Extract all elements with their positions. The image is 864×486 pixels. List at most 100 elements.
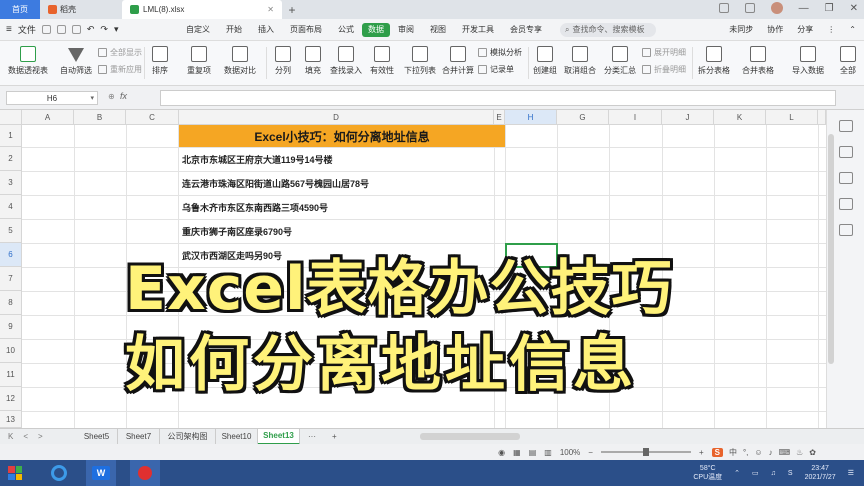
normal-view-icon[interactable]: ▦	[513, 448, 521, 457]
chevron-down-icon[interactable]: ▾	[114, 24, 119, 35]
split-table-button[interactable]: 拆分表格	[694, 46, 734, 76]
row-header-selected[interactable]: 6	[0, 243, 22, 267]
eye-icon[interactable]: ◉	[498, 448, 505, 457]
minimize-icon[interactable]: —	[799, 3, 809, 14]
keyboard-icon[interactable]: ⌨	[779, 448, 791, 457]
first-sheet-icon[interactable]: K	[8, 432, 13, 441]
zoom-icon[interactable]: ⊕	[108, 92, 115, 101]
all-button[interactable]: 全部	[834, 46, 862, 76]
more-icon[interactable]: ⋮	[827, 25, 835, 34]
clock[interactable]: 23:47 2021/7/27	[805, 464, 836, 482]
column-header[interactable]: G	[557, 110, 609, 125]
compare-button[interactable]: 数据对比	[220, 46, 260, 76]
pivot-table-button[interactable]: 数据透视表	[6, 46, 50, 76]
format-tool-icon[interactable]	[838, 172, 853, 184]
row-header[interactable]: 2	[0, 147, 22, 171]
maximize-icon[interactable]: ❐	[825, 3, 834, 14]
new-tab-button[interactable]: +	[282, 3, 302, 17]
zoom-slider[interactable]	[600, 448, 691, 456]
merge-table-button[interactable]: 合并表格	[738, 46, 778, 76]
page-view-icon[interactable]: ▤	[529, 448, 537, 457]
sheet-title-cell[interactable]: Excel小技巧：如何分离地址信息	[179, 125, 505, 147]
name-box[interactable]: H6 ▾	[6, 91, 98, 105]
preview-icon[interactable]	[71, 25, 81, 34]
expand-detail-button[interactable]: 展开明细	[642, 47, 686, 58]
sync-status[interactable]: 未同步	[729, 24, 753, 35]
address-cell[interactable]: 北京市东城区王府京大道119号14号楼	[179, 147, 333, 171]
column-header[interactable]: I	[609, 110, 662, 125]
tray-up-icon[interactable]: ⌃	[734, 469, 740, 477]
column-header[interactable]: A	[22, 110, 74, 125]
menu-home[interactable]: 开始	[218, 19, 250, 41]
menu-formulas[interactable]: 公式	[330, 19, 362, 41]
simulate-button[interactable]: 模拟分析	[478, 47, 522, 58]
share-button[interactable]: 分享	[797, 24, 813, 35]
layout-icon[interactable]	[718, 3, 729, 13]
tab-file[interactable]: LML(8).xlsx ✕	[122, 0, 282, 19]
horizontal-scrollbar[interactable]	[420, 433, 520, 440]
duplicates-button[interactable]: 重复项	[182, 46, 216, 76]
mic-icon[interactable]: ♪	[769, 448, 773, 457]
tab-docer[interactable]: 稻壳	[40, 0, 122, 19]
ungroup-button[interactable]: 取消组合	[562, 46, 598, 76]
next-sheet-icon[interactable]: >	[38, 432, 43, 441]
sheet-tab[interactable]: Sheet10	[216, 428, 258, 445]
show-all-button[interactable]: 全部显示	[98, 47, 142, 58]
row-header[interactable]: 1	[0, 125, 22, 147]
undo-icon[interactable]: ↶	[87, 24, 95, 35]
record-button[interactable]: 记录单	[478, 64, 514, 75]
address-cell[interactable]: 连云港市珠海区阳街道山路567号槐园山居78号	[179, 171, 369, 195]
select-all-corner[interactable]	[0, 110, 22, 125]
row-header[interactable]: 5	[0, 219, 22, 243]
menu-developer[interactable]: 开发工具	[454, 19, 502, 41]
close-window-icon[interactable]: ✕	[850, 3, 858, 14]
menu-custom[interactable]: 自定义	[178, 19, 218, 41]
zoom-in-icon[interactable]: +	[699, 448, 704, 457]
import-data-button[interactable]: 导入数据	[788, 46, 828, 76]
row-header[interactable]: 7	[0, 267, 22, 291]
settings-tool-icon[interactable]	[838, 198, 853, 210]
grid-icon[interactable]	[744, 3, 755, 13]
row-header[interactable]: 12	[0, 387, 22, 411]
page-break-icon[interactable]: ▥	[544, 448, 552, 457]
column-header[interactable]: L	[766, 110, 818, 125]
collapse-detail-button[interactable]: 折叠明细	[642, 64, 686, 75]
tray-ime-icon[interactable]: S	[788, 470, 793, 477]
column-header[interactable]: B	[74, 110, 126, 125]
print-icon[interactable]	[56, 25, 66, 34]
sheet-tab[interactable]: Sheet7	[118, 428, 160, 445]
taskbar-recorder[interactable]	[130, 460, 160, 486]
network-icon[interactable]: ▭	[752, 469, 759, 477]
autofilter-button[interactable]: 自动筛选	[58, 46, 94, 76]
sheet-tab[interactable]: Sheet5	[76, 428, 118, 445]
fill-button[interactable]: 填充	[300, 46, 326, 76]
sort-button[interactable]: 排序	[148, 46, 172, 76]
column-header[interactable]: D	[179, 110, 494, 125]
row-header[interactable]: 10	[0, 339, 22, 363]
tab-home[interactable]: 首页	[0, 0, 40, 19]
volume-icon[interactable]: ♫	[771, 470, 776, 477]
close-icon[interactable]: ✕	[267, 5, 274, 14]
consolidate-button[interactable]: 合并计算	[440, 46, 476, 76]
start-button[interactable]	[0, 460, 30, 486]
punctuation-icon[interactable]: °,	[743, 448, 748, 457]
subtotal-button[interactable]: 分类汇总	[602, 46, 638, 76]
save-icon[interactable]	[41, 25, 51, 34]
zoom-out-icon[interactable]: −	[588, 448, 593, 457]
validity-button[interactable]: 有效性	[366, 46, 398, 76]
row-header[interactable]: 3	[0, 171, 22, 195]
backup-tool-icon[interactable]	[838, 224, 853, 236]
prev-sheet-icon[interactable]: <	[23, 432, 28, 441]
ime-mode[interactable]: 中	[729, 447, 737, 458]
menu-icon[interactable]: ≡	[6, 24, 12, 35]
menu-insert[interactable]: 插入	[250, 19, 282, 41]
create-group-button[interactable]: 创建组	[530, 46, 560, 76]
taskbar-browser[interactable]	[44, 460, 74, 486]
row-header[interactable]: 8	[0, 291, 22, 315]
collab-button[interactable]: 协作	[767, 24, 783, 35]
address-cell[interactable]: 乌鲁木齐市东区东南西路三项4590号	[179, 195, 328, 219]
menu-view[interactable]: 视图	[422, 19, 454, 41]
collapse-ribbon-icon[interactable]: ⌃	[849, 25, 856, 34]
menu-file[interactable]: 文件	[18, 23, 36, 36]
avatar[interactable]	[770, 2, 783, 14]
